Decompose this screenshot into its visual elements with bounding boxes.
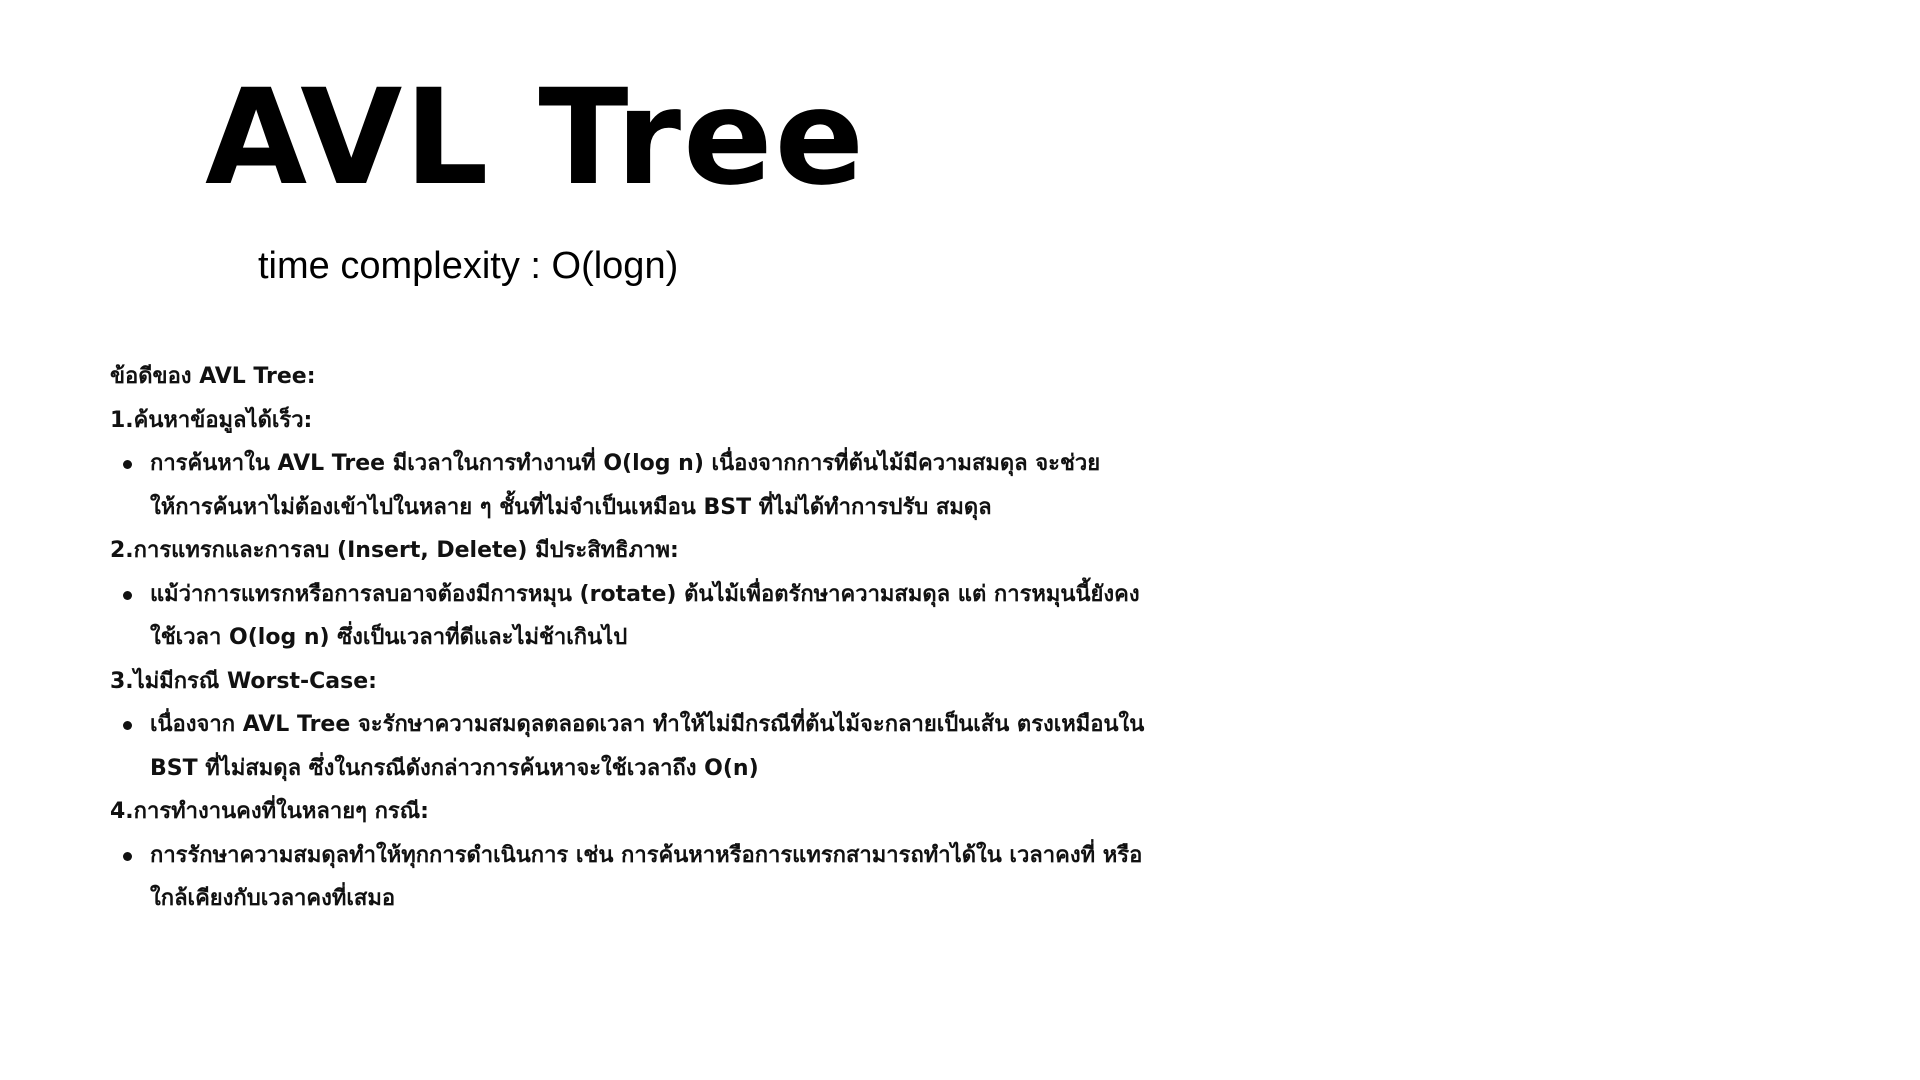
section-insert-delete: 2.การแทรกและการลบ (Insert, Delete) มีประ… (110, 529, 1210, 660)
bullet-list: เนื่องจาก AVL Tree จะรักษาความสมดุลตลอดเ… (110, 703, 1210, 790)
slide-title: AVL Tree (205, 61, 867, 215)
bullet-list: แม้ว่าการแทรกหรือการลบอาจต้องมีการหมุน (… (110, 573, 1210, 660)
section-no-worst-case: 3.ไม่มีกรณี Worst-Case: เนื่องจาก AVL Tr… (110, 660, 1210, 791)
bullet-item: เนื่องจาก AVL Tree จะรักษาความสมดุลตลอดเ… (110, 703, 1150, 790)
section-title: 3.ไม่มีกรณี Worst-Case: (110, 668, 377, 694)
section-title: 2.การแทรกและการลบ (Insert, Delete) มีประ… (110, 538, 679, 563)
bullet-item: แม้ว่าการแทรกหรือการลบอาจต้องมีการหมุน (… (110, 573, 1150, 660)
section-fast-search: 1.ค้นหาข้อมูลได้เร็ว: การค้นหาใน AVL Tre… (110, 399, 1210, 530)
bullet-item: การรักษาความสมดุลทำให้ทุกการดำเนินการ เช… (110, 834, 1150, 921)
slide: AVL Tree time complexity : O(logn) ข้อดี… (0, 0, 1920, 1080)
advantages-heading: ข้อดีของ AVL Tree: (110, 364, 316, 389)
section-title: 4.การทำงานคงที่ในหลายๆ กรณี: (110, 799, 429, 824)
slide-subtitle: time complexity : O(logn) (258, 245, 679, 287)
bullet-list: การค้นหาใน AVL Tree มีเวลาในการทำงานที่ … (110, 442, 1210, 529)
section-constant-performance: 4.การทำงานคงที่ในหลายๆ กรณี: การรักษาควา… (110, 790, 1210, 921)
bullet-item: การค้นหาใน AVL Tree มีเวลาในการทำงานที่ … (110, 442, 1150, 529)
slide-body: ข้อดีของ AVL Tree: 1.ค้นหาข้อมูลได้เร็ว:… (110, 355, 1210, 921)
section-title: 1.ค้นหาข้อมูลได้เร็ว: (110, 407, 313, 433)
bullet-list: การรักษาความสมดุลทำให้ทุกการดำเนินการ เช… (110, 834, 1210, 921)
